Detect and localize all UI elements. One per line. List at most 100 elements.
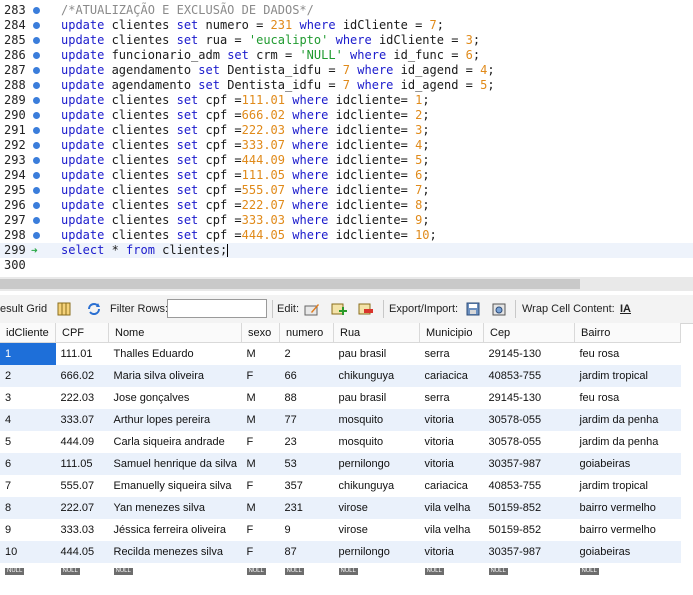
table-cell[interactable]: 2 <box>0 365 56 387</box>
table-cell[interactable]: 53 <box>279 453 334 475</box>
result-grid[interactable]: idCliente CPF Nome sexo numero Rua Municipio Ce… <box>0 323 693 575</box>
editor-line[interactable]: 284 update clientes set numero = 231 wher… <box>0 18 693 33</box>
table-cell[interactable]: chikunguya <box>333 365 420 387</box>
null-cell[interactable]: NULL <box>0 563 56 575</box>
table-cell[interactable]: 10 <box>0 541 56 563</box>
table-cell[interactable]: 30357-987 <box>483 453 575 475</box>
statement-marker-icon[interactable] <box>33 112 40 119</box>
table-cell[interactable]: bairro vermelho <box>574 519 681 541</box>
refresh-icon[interactable] <box>86 301 102 317</box>
editor-line[interactable]: 290 update clientes set cpf =666.02 where… <box>0 108 693 123</box>
editor-line[interactable]: 291 update clientes set cpf =222.03 where… <box>0 123 693 138</box>
table-cell[interactable]: 9 <box>0 519 56 541</box>
code-text[interactable]: update clientes set cpf =222.03 where id… <box>61 123 430 138</box>
column-header[interactable]: Cep <box>483 323 575 343</box>
table-cell[interactable]: goiabeiras <box>574 453 681 475</box>
null-cell[interactable]: NULL <box>333 563 420 575</box>
table-cell[interactable]: 231 <box>279 497 334 519</box>
new-row-placeholder[interactable]: NULL NULL NULL NULL NULL NULL NULL NULL NULL <box>0 563 681 575</box>
editor-line[interactable]: 288 update agendamento set Dentista_idfu … <box>0 78 693 93</box>
column-header[interactable]: Nome <box>108 323 242 343</box>
code-text[interactable]: update clientes set cpf =444.05 where id… <box>61 228 437 243</box>
code-text[interactable]: /*ATUALIZAÇÃO E EXCLUSÃO DE DADOS*/ <box>61 3 314 18</box>
table-cell[interactable]: mosquito <box>333 409 420 431</box>
table-cell[interactable]: 29145-130 <box>483 342 575 365</box>
table-cell[interactable]: M <box>241 409 280 431</box>
statement-marker-icon[interactable] <box>33 52 40 59</box>
table-cell[interactable]: goiabeiras <box>574 541 681 563</box>
editor-horizontal-scrollbar[interactable] <box>0 277 693 291</box>
table-cell[interactable]: feu rosa <box>574 387 681 409</box>
table-cell[interactable]: pau brasil <box>333 387 420 409</box>
null-cell[interactable]: NULL <box>55 563 109 575</box>
table-cell[interactable]: vila velha <box>419 497 484 519</box>
table-cell[interactable]: vitoria <box>419 541 484 563</box>
table-cell[interactable]: 333.07 <box>55 409 109 431</box>
table-cell[interactable]: 29145-130 <box>483 387 575 409</box>
editor-line[interactable]: 298 update clientes set cpf =444.05 where… <box>0 228 693 243</box>
table-cell[interactable]: Emanuelly siqueira silva <box>108 475 242 497</box>
table-cell[interactable]: virose <box>333 497 420 519</box>
table-cell[interactable]: F <box>241 541 280 563</box>
code-text[interactable]: update clientes set rua = 'eucalipto' wh… <box>61 33 480 48</box>
code-text[interactable]: update clientes set cpf =333.07 where id… <box>61 138 430 153</box>
table-cell[interactable]: 77 <box>279 409 334 431</box>
table-cell[interactable]: Yan menezes silva <box>108 497 242 519</box>
table-cell[interactable]: Carla siqueira andrade <box>108 431 242 453</box>
statement-marker-icon[interactable] <box>33 97 40 104</box>
column-header[interactable]: sexo <box>241 323 280 343</box>
table-cell[interactable]: Jéssica ferreira oliveira <box>108 519 242 541</box>
table-cell[interactable]: F <box>241 475 280 497</box>
export-icon[interactable] <box>465 301 481 317</box>
code-text[interactable]: update clientes set cpf =666.02 where id… <box>61 108 430 123</box>
table-cell[interactable]: 4 <box>0 409 56 431</box>
insert-row-icon[interactable] <box>331 301 347 317</box>
statement-marker-icon[interactable] <box>33 142 40 149</box>
delete-row-icon[interactable] <box>358 301 374 317</box>
editor-line[interactable]: 285 update clientes set rua = 'eucalipto'… <box>0 33 693 48</box>
statement-marker-icon[interactable] <box>33 22 40 29</box>
table-row[interactable]: 5 444.09 Carla siqueira andrade F 23 mosquito… <box>0 431 681 453</box>
statement-marker-icon[interactable] <box>33 232 40 239</box>
editor-line[interactable]: 283 /*ATUALIZAÇÃO E EXCLUSÃO DE DADOS*/ <box>0 3 693 18</box>
table-cell[interactable]: F <box>241 519 280 541</box>
table-cell[interactable]: 88 <box>279 387 334 409</box>
table-cell[interactable]: pernilongo <box>333 541 420 563</box>
null-cell[interactable]: NULL <box>419 563 484 575</box>
column-header[interactable]: Rua <box>333 323 420 343</box>
table-cell[interactable]: jardim da penha <box>574 431 681 453</box>
scrollbar-thumb[interactable] <box>0 279 580 289</box>
editor-line[interactable]: 295 update clientes set cpf =555.07 where… <box>0 183 693 198</box>
statement-marker-icon[interactable] <box>33 157 40 164</box>
editor-line[interactable]: 293 update clientes set cpf =444.09 where… <box>0 153 693 168</box>
editor-line[interactable]: 292 update clientes set cpf =333.07 where… <box>0 138 693 153</box>
table-cell[interactable]: F <box>241 431 280 453</box>
editor-line[interactable]: 296 update clientes set cpf =222.07 where… <box>0 198 693 213</box>
table-row[interactable]: 2 666.02 Maria silva oliveira F 66 chikunguya… <box>0 365 681 387</box>
table-cell[interactable]: 7 <box>0 475 56 497</box>
table-cell[interactable]: 50159-852 <box>483 519 575 541</box>
table-cell[interactable]: 1 <box>0 342 56 365</box>
table-cell[interactable]: 222.03 <box>55 387 109 409</box>
table-cell[interactable]: 5 <box>0 431 56 453</box>
table-cell[interactable]: 357 <box>279 475 334 497</box>
statement-marker-icon[interactable] <box>33 187 40 194</box>
table-cell[interactable]: pau brasil <box>333 342 420 365</box>
table-cell[interactable]: vitoria <box>419 431 484 453</box>
table-cell[interactable]: 111.05 <box>55 453 109 475</box>
table-cell[interactable]: 9 <box>279 519 334 541</box>
table-cell[interactable]: serra <box>419 387 484 409</box>
table-cell[interactable]: virose <box>333 519 420 541</box>
null-cell[interactable]: NULL <box>574 563 681 575</box>
table-cell[interactable]: 333.03 <box>55 519 109 541</box>
code-text[interactable]: update agendamento set Dentista_idfu = 7… <box>61 63 495 78</box>
table-cell[interactable]: 666.02 <box>55 365 109 387</box>
table-cell[interactable]: 6 <box>0 453 56 475</box>
grid-view-icon[interactable] <box>56 301 72 317</box>
table-cell[interactable]: 222.07 <box>55 497 109 519</box>
table-cell[interactable]: 8 <box>0 497 56 519</box>
table-cell[interactable]: 40853-755 <box>483 475 575 497</box>
table-row[interactable]: 8 222.07 Yan menezes silva M 231 virose vila v… <box>0 497 681 519</box>
table-cell[interactable]: jardim tropical <box>574 475 681 497</box>
table-cell[interactable]: 555.07 <box>55 475 109 497</box>
